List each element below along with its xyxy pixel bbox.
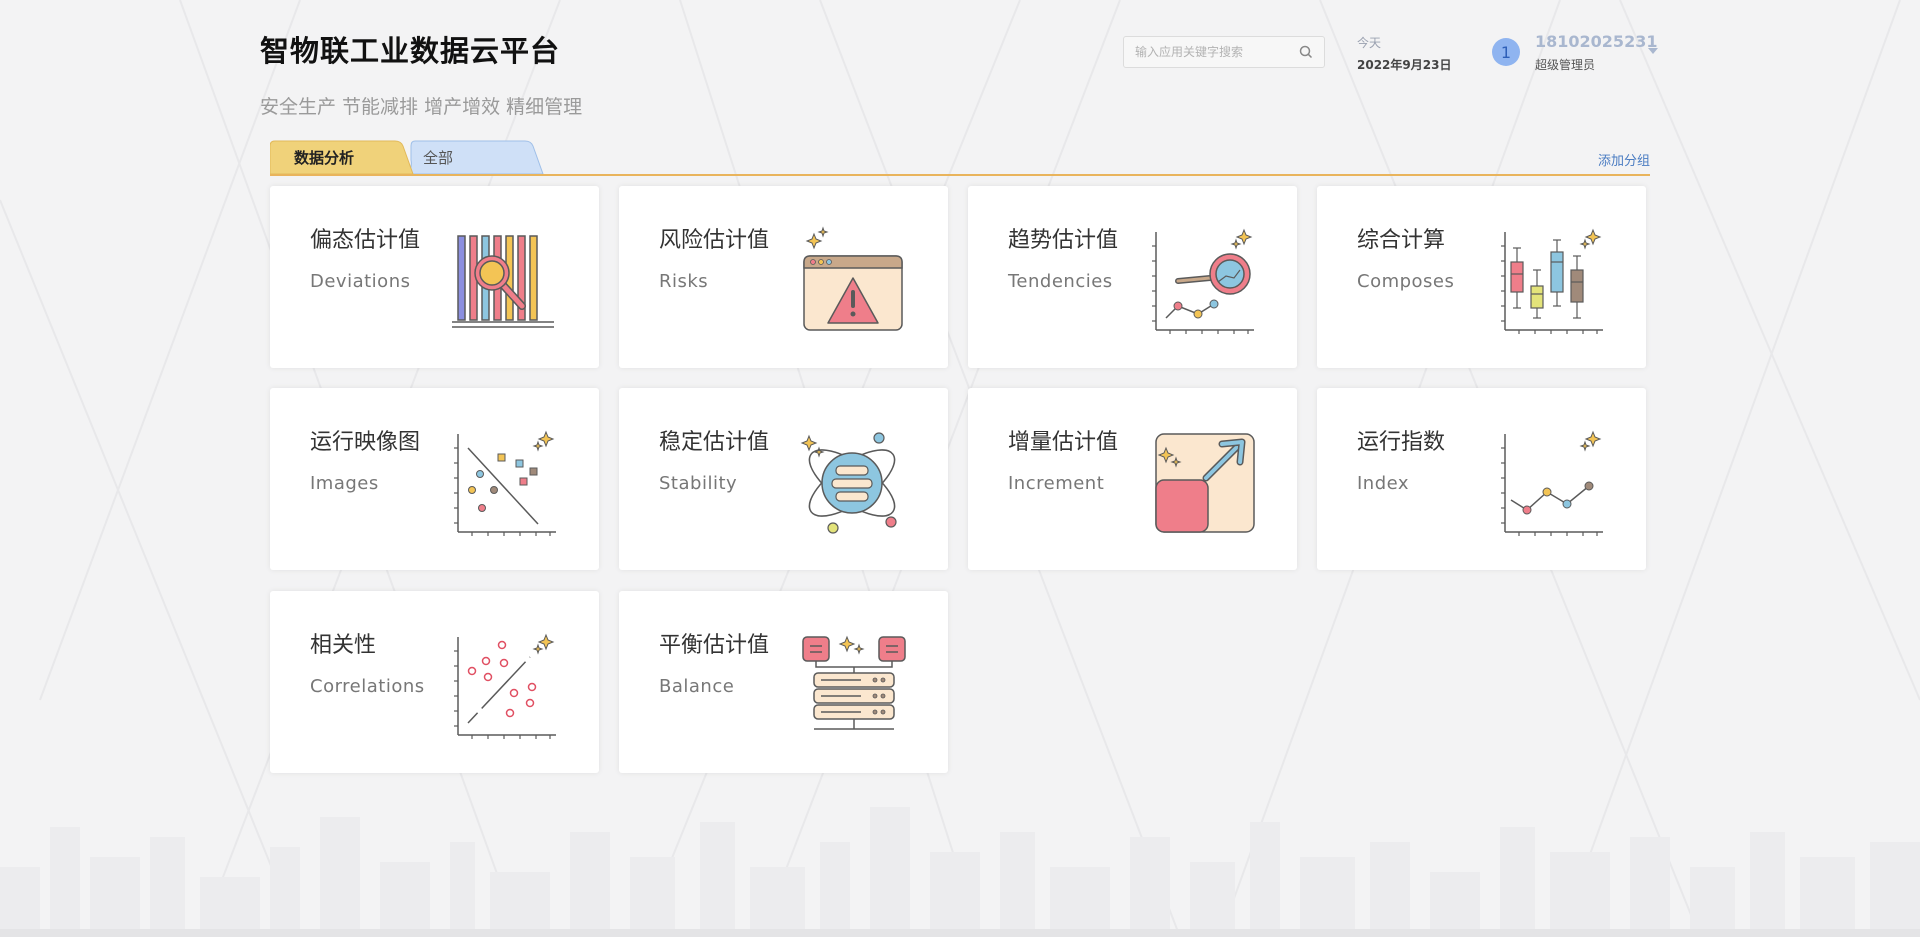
app-card-deviations[interactable]: 偏态估计值 Deviations <box>270 186 599 368</box>
app-card-increment[interactable]: 增量估计值 Increment <box>968 388 1297 570</box>
card-title: 平衡估计值 <box>659 633 770 658</box>
card-subtitle: Tendencies <box>1008 271 1113 292</box>
correlation-icon <box>454 633 556 739</box>
card-title: 风险估计值 <box>659 228 770 253</box>
card-subtitle: Stability <box>659 473 738 494</box>
tab-all-label: 全部 <box>423 148 454 167</box>
search-box[interactable] <box>1123 36 1325 68</box>
card-subtitle: Risks <box>659 271 709 292</box>
card-title: 综合计算 <box>1357 228 1446 253</box>
app-card-tendencies[interactable]: 趋势估计值 Tendencies <box>968 186 1297 368</box>
app-card-correlations[interactable]: 相关性 Correlations <box>270 591 599 773</box>
chevron-down-icon[interactable] <box>1648 48 1658 54</box>
globe-orbit-icon <box>800 432 897 534</box>
user-role: 超级管理员 <box>1535 58 1596 72</box>
card-subtitle: Index <box>1357 473 1410 494</box>
search-icon[interactable] <box>1298 44 1314 60</box>
date-label: 今天 <box>1357 36 1382 50</box>
increment-arrow-icon <box>1155 433 1255 533</box>
card-subtitle: Composes <box>1357 271 1455 292</box>
card-title: 相关性 <box>310 633 377 658</box>
card-subtitle: Correlations <box>310 676 425 697</box>
app-card-balance[interactable]: 平衡估计值 Balance <box>619 591 948 773</box>
card-title: 运行映像图 <box>310 430 421 455</box>
app-card-composes[interactable]: 综合计算 Composes <box>1317 186 1646 368</box>
app-slogan: 安全生产 节能减排 增产增效 精细管理 <box>260 96 583 118</box>
tab-data-analysis[interactable]: 数据分析 <box>270 140 415 174</box>
warning-window-icon <box>803 226 903 331</box>
card-title: 增量估计值 <box>1008 430 1119 455</box>
card-title: 稳定估计值 <box>659 430 770 455</box>
card-subtitle: Images <box>310 473 379 494</box>
app-card-images[interactable]: 运行映像图 Images <box>270 388 599 570</box>
card-title: 偏态估计值 <box>310 228 421 253</box>
app-card-index[interactable]: 运行指数 Index <box>1317 388 1646 570</box>
app-card-stability[interactable]: 稳定估计值 Stability <box>619 388 948 570</box>
tab-bar: 全部 数据分析 添加分组 <box>270 140 1650 176</box>
add-group-link[interactable]: 添加分组 <box>1598 150 1650 169</box>
card-subtitle: Increment <box>1008 473 1105 494</box>
app-title: 智物联工业数据云平台 <box>260 34 561 68</box>
date-value: 2022年9月23日 <box>1357 58 1452 72</box>
avatar[interactable]: 1 <box>1492 38 1520 66</box>
scatter-icon <box>454 430 556 536</box>
card-subtitle: Balance <box>659 676 735 697</box>
boxplot-icon <box>1501 228 1603 334</box>
search-input[interactable] <box>1124 45 1284 59</box>
card-subtitle: Deviations <box>310 271 411 292</box>
server-balance-icon <box>802 635 906 730</box>
trend-magnifier-icon <box>1152 228 1254 334</box>
card-title: 趋势估计值 <box>1008 228 1119 253</box>
line-chart-icon <box>1501 430 1603 536</box>
user-name[interactable]: 18102025231 <box>1535 32 1657 51</box>
app-card-risks[interactable]: 风险估计值 Risks <box>619 186 948 368</box>
tab-data-analysis-label: 数据分析 <box>294 148 355 167</box>
bar-magnifier-icon <box>452 235 554 328</box>
card-title: 运行指数 <box>1357 430 1446 455</box>
tab-all[interactable]: 全部 <box>405 140 545 174</box>
